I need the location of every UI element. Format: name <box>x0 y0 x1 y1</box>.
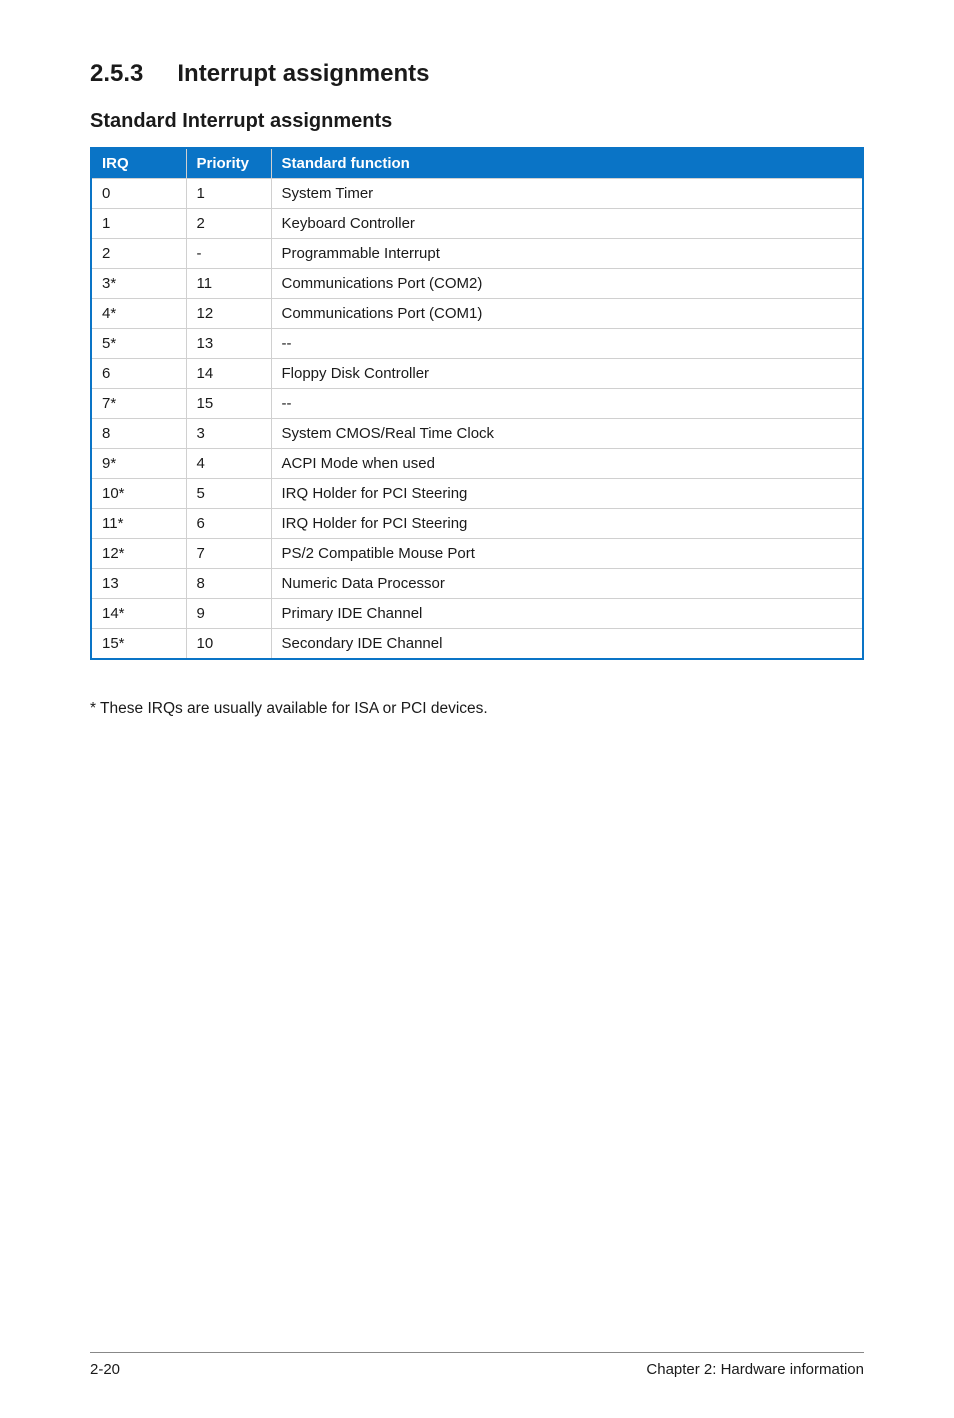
cell-priority: 6 <box>186 509 271 539</box>
cell-irq: 14* <box>91 599 186 629</box>
table-row: 614Floppy Disk Controller <box>91 359 863 389</box>
cell-priority: 12 <box>186 299 271 329</box>
section-number: 2.5.3 <box>90 60 143 87</box>
cell-irq: 4* <box>91 299 186 329</box>
page-footer: 2-20 Chapter 2: Hardware information <box>90 1361 864 1378</box>
table-row: 7*15-- <box>91 389 863 419</box>
cell-func: Floppy Disk Controller <box>271 359 863 389</box>
cell-priority: 4 <box>186 449 271 479</box>
cell-func: Secondary IDE Channel <box>271 629 863 660</box>
cell-irq: 8 <box>91 419 186 449</box>
cell-func: Programmable Interrupt <box>271 239 863 269</box>
table-row: 4*12Communications Port (COM1) <box>91 299 863 329</box>
cell-irq: 12* <box>91 539 186 569</box>
footer-rule <box>90 1352 864 1353</box>
section-title-text: Interrupt assignments <box>177 60 429 87</box>
cell-func: -- <box>271 389 863 419</box>
cell-priority: 5 <box>186 479 271 509</box>
table-row: 10*5IRQ Holder for PCI Steering <box>91 479 863 509</box>
cell-irq: 15* <box>91 629 186 660</box>
page-number: 2-20 <box>90 1361 120 1378</box>
cell-func: System Timer <box>271 179 863 209</box>
cell-func: IRQ Holder for PCI Steering <box>271 509 863 539</box>
table-row: 12*7PS/2 Compatible Mouse Port <box>91 539 863 569</box>
cell-irq: 3* <box>91 269 186 299</box>
cell-priority: 13 <box>186 329 271 359</box>
cell-func: Communications Port (COM2) <box>271 269 863 299</box>
col-header-irq: IRQ <box>91 148 186 179</box>
cell-irq: 13 <box>91 569 186 599</box>
cell-priority: 7 <box>186 539 271 569</box>
table-row: 01System Timer <box>91 179 863 209</box>
cell-priority: 10 <box>186 629 271 660</box>
cell-irq: 1 <box>91 209 186 239</box>
subsection-heading: Standard Interrupt assignments <box>90 110 864 133</box>
cell-func: System CMOS/Real Time Clock <box>271 419 863 449</box>
cell-func: Keyboard Controller <box>271 209 863 239</box>
cell-irq: 0 <box>91 179 186 209</box>
cell-priority: 9 <box>186 599 271 629</box>
table-row: 9*4ACPI Mode when used <box>91 449 863 479</box>
cell-irq: 10* <box>91 479 186 509</box>
cell-priority: - <box>186 239 271 269</box>
cell-irq: 11* <box>91 509 186 539</box>
table-row: 138Numeric Data Processor <box>91 569 863 599</box>
cell-priority: 3 <box>186 419 271 449</box>
cell-func: ACPI Mode when used <box>271 449 863 479</box>
col-header-priority: Priority <box>186 148 271 179</box>
cell-priority: 8 <box>186 569 271 599</box>
table-row: 11*6IRQ Holder for PCI Steering <box>91 509 863 539</box>
table-row: 15*10Secondary IDE Channel <box>91 629 863 660</box>
table-row: 14*9Primary IDE Channel <box>91 599 863 629</box>
col-header-function: Standard function <box>271 148 863 179</box>
cell-irq: 6 <box>91 359 186 389</box>
table-row: 2-Programmable Interrupt <box>91 239 863 269</box>
cell-priority: 15 <box>186 389 271 419</box>
cell-func: Primary IDE Channel <box>271 599 863 629</box>
chapter-label: Chapter 2: Hardware information <box>646 1361 864 1378</box>
cell-irq: 5* <box>91 329 186 359</box>
cell-priority: 1 <box>186 179 271 209</box>
cell-func: Communications Port (COM1) <box>271 299 863 329</box>
cell-func: IRQ Holder for PCI Steering <box>271 479 863 509</box>
table-row: 12Keyboard Controller <box>91 209 863 239</box>
cell-func: Numeric Data Processor <box>271 569 863 599</box>
cell-priority: 14 <box>186 359 271 389</box>
footnote: * These IRQs are usually available for I… <box>90 700 864 718</box>
irq-table: IRQ Priority Standard function 01System … <box>90 147 864 660</box>
cell-irq: 9* <box>91 449 186 479</box>
table-row: 3*11Communications Port (COM2) <box>91 269 863 299</box>
cell-func: -- <box>271 329 863 359</box>
section-heading: 2.5.3 Interrupt assignments <box>90 60 864 88</box>
cell-priority: 11 <box>186 269 271 299</box>
table-header-row: IRQ Priority Standard function <box>91 148 863 179</box>
cell-irq: 2 <box>91 239 186 269</box>
cell-irq: 7* <box>91 389 186 419</box>
cell-func: PS/2 Compatible Mouse Port <box>271 539 863 569</box>
table-row: 5*13-- <box>91 329 863 359</box>
table-row: 83System CMOS/Real Time Clock <box>91 419 863 449</box>
cell-priority: 2 <box>186 209 271 239</box>
